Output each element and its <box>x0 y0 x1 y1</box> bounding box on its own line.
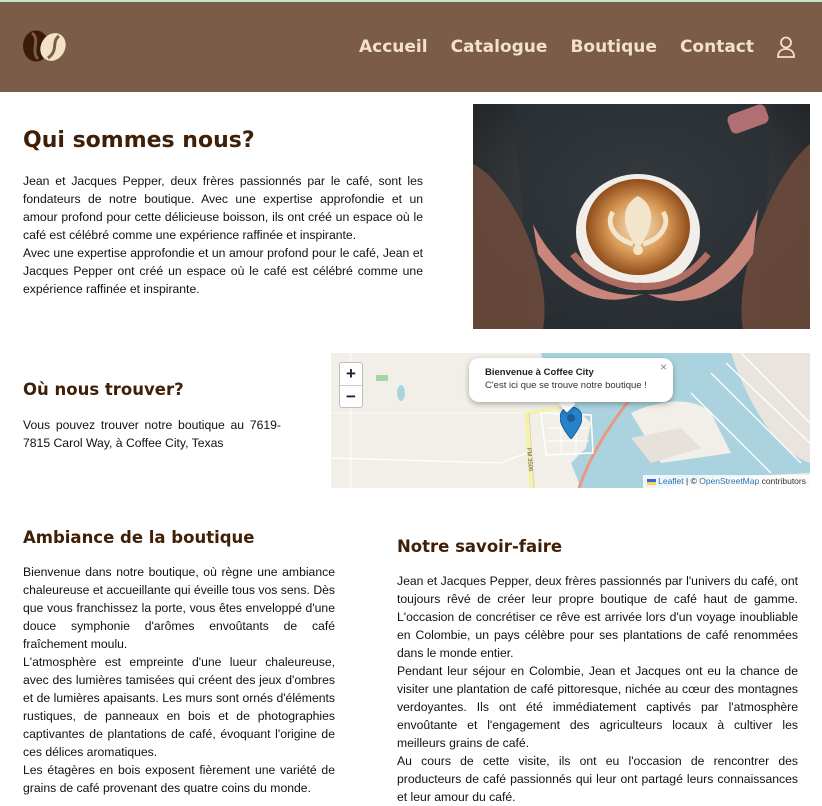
nav-accueil[interactable]: Accueil <box>359 37 428 57</box>
attribution-suffix: contributors <box>759 476 806 486</box>
about-text: Jean et Jacques Pepper, deux frères pass… <box>23 172 423 298</box>
leaflet-link[interactable]: Leaflet <box>658 476 684 486</box>
map-attribution: Leaflet | © OpenStreetMap contributors <box>642 475 810 488</box>
about-paragraph: Avec une expertise approfondie et un amo… <box>23 246 423 296</box>
coffee-bean-logo[interactable] <box>21 28 67 64</box>
location-title: Où nous trouver? <box>23 380 184 399</box>
ambiance-title: Ambiance de la boutique <box>23 528 255 547</box>
about-title: Qui sommes nous? <box>23 128 255 153</box>
map-popup: Bienvenue à Coffee City C'est ici que se… <box>469 358 673 402</box>
map-zoom-control: + − <box>339 362 363 408</box>
ambiance-text: Bienvenue dans notre boutique, où règne … <box>23 563 335 797</box>
main-nav: Accueil Catalogue Boutique Contact <box>336 2 796 92</box>
map-marker-icon[interactable] <box>560 407 582 439</box>
about-paragraph: Jean et Jacques Pepper, deux frères pass… <box>23 174 423 242</box>
map-popup-title: Bienvenue à Coffee City <box>485 367 594 378</box>
zoom-in-button[interactable]: + <box>340 363 362 385</box>
nav-catalogue[interactable]: Catalogue <box>451 37 548 57</box>
ambiance-paragraph: Les étagères en bois exposent fièrement … <box>23 763 335 795</box>
savoirfaire-paragraph: Pendant leur séjour en Colombie, Jean et… <box>397 664 798 750</box>
savoirfaire-paragraph: Jean et Jacques Pepper, deux frères pass… <box>397 574 798 660</box>
savoirfaire-title: Notre savoir-faire <box>397 537 563 556</box>
savoirfaire-text: Jean et Jacques Pepper, deux frères pass… <box>397 572 798 806</box>
location-text: Vous pouvez trouver notre boutique au 76… <box>23 418 281 450</box>
attribution-separator: | © <box>683 476 700 486</box>
map-popup-text: C'est ici que se trouve notre boutique ! <box>485 380 647 391</box>
nav-contact[interactable]: Contact <box>680 37 754 57</box>
osm-link[interactable]: OpenStreetMap <box>699 476 759 486</box>
zoom-out-button[interactable]: − <box>340 385 362 408</box>
latte-photo <box>473 104 810 329</box>
savoirfaire-paragraph: Au cours de cette visite, ils ont eu l'o… <box>397 754 798 804</box>
nav-boutique[interactable]: Boutique <box>570 37 657 57</box>
ambiance-paragraph: Bienvenue dans notre boutique, où règne … <box>23 565 335 651</box>
map-popup-close-icon[interactable]: × <box>660 360 667 374</box>
site-header: Accueil Catalogue Boutique Contact <box>0 2 822 92</box>
user-icon[interactable] <box>776 36 796 58</box>
leaflet-flag-icon <box>646 478 656 485</box>
ambiance-paragraph: L'atmosphère est empreinte d'une lueur c… <box>23 655 335 759</box>
